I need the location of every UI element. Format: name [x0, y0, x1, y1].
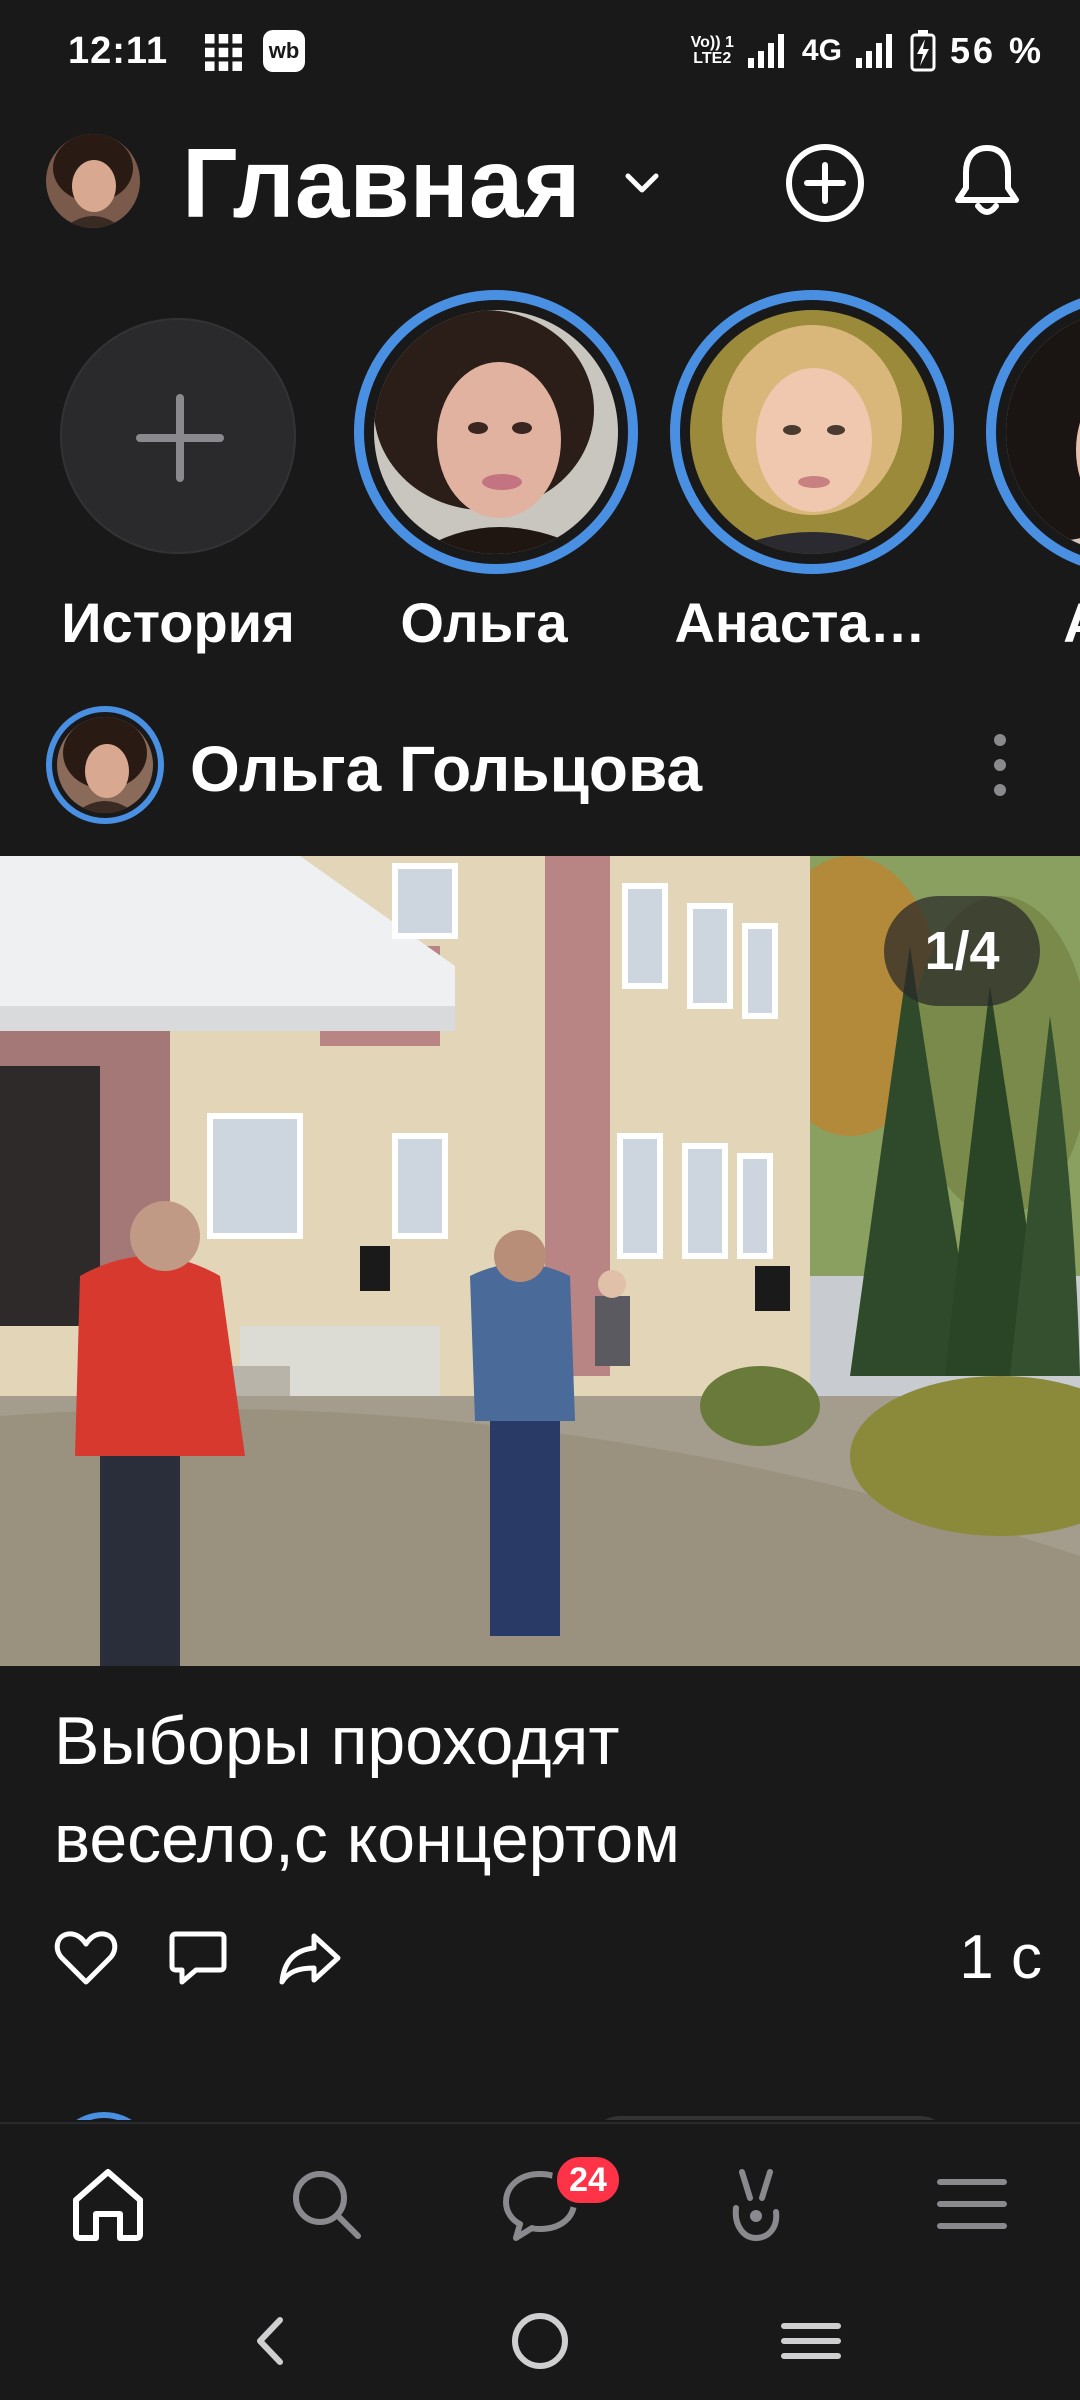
story-item[interactable]: Анаста…	[660, 290, 954, 680]
story-ring	[670, 290, 954, 574]
status-bar: 12:11 wb Vo)) 1 LTE2 4G 56 %	[0, 0, 1080, 110]
story-add[interactable]: История	[0, 290, 296, 680]
stories-row: История Ольга Анаста…	[0, 290, 1080, 680]
recents-icon[interactable]	[776, 2306, 846, 2376]
post-image[interactable]: 1/4	[0, 856, 1080, 1666]
avatar	[57, 717, 153, 813]
story-label: Ana	[946, 590, 1080, 655]
story-label: Ольга	[400, 591, 568, 654]
post-time: 1 с	[959, 1923, 1042, 1992]
messages-badge: 24	[552, 2152, 624, 2208]
post-text-line: весело,с концертом	[54, 1801, 680, 1877]
home-circle-icon[interactable]	[505, 2306, 575, 2376]
avatar	[52, 2112, 156, 2120]
story-ring	[986, 290, 1080, 574]
plus-icon	[136, 394, 224, 482]
story-label: История	[61, 591, 295, 654]
chevron-down-icon[interactable]	[620, 168, 664, 198]
next-post-placeholder	[590, 2116, 950, 2120]
battery-charging-icon	[910, 30, 936, 72]
next-post-peek	[0, 2080, 1080, 2120]
clips-icon[interactable]	[714, 2162, 798, 2246]
back-icon[interactable]	[236, 2306, 306, 2376]
post-author-avatar[interactable]	[46, 706, 164, 824]
page-title[interactable]: Главная	[182, 128, 581, 238]
status-right-group: Vo)) 1 LTE2 4G 56 %	[691, 26, 1044, 76]
share-icon[interactable]	[274, 1922, 346, 1994]
menu-icon[interactable]	[930, 2162, 1014, 2246]
post-text-line: Выборы проходят	[54, 1703, 620, 1779]
heart-icon[interactable]	[50, 1922, 122, 1994]
plus-circle-icon[interactable]	[782, 140, 868, 226]
home-icon[interactable]	[66, 2162, 150, 2246]
post-text: Выборы проходят весело,с концертом	[54, 1692, 1014, 1888]
post-actions: 1 с	[0, 1910, 1080, 2010]
system-nav	[0, 2282, 1080, 2400]
wb-icon: wb	[263, 30, 305, 72]
post-header: Ольга Гольцова	[0, 700, 1080, 830]
app-header: Главная	[0, 120, 1080, 250]
image-counter: 1/4	[884, 896, 1040, 1006]
bottom-nav: 24	[0, 2122, 1080, 2282]
signal-icon-2	[855, 34, 892, 68]
story-photo	[690, 310, 934, 554]
story-ring	[354, 290, 638, 574]
avatar[interactable]	[46, 134, 140, 228]
signal-icon	[747, 34, 784, 68]
bell-icon[interactable]	[944, 138, 1030, 224]
network-type: 4G	[801, 34, 842, 67]
story-photo	[1006, 310, 1080, 554]
story-item[interactable]: Ana	[976, 290, 1080, 680]
comment-icon[interactable]	[162, 1922, 234, 1994]
grid-icon	[205, 34, 242, 71]
post-author-name[interactable]: Ольга Гольцова	[190, 732, 702, 806]
search-icon[interactable]	[284, 2162, 368, 2246]
status-time: 12:11	[68, 30, 169, 72]
volte-icon: Vo)) 1 LTE2	[690, 34, 734, 67]
battery-percent: 56 %	[949, 30, 1044, 71]
more-vertical-icon[interactable]	[980, 730, 1020, 800]
story-photo	[374, 310, 618, 554]
add-story-button[interactable]	[60, 318, 296, 554]
story-item[interactable]: Ольга	[344, 290, 638, 680]
story-label: Анаста…	[674, 591, 926, 654]
